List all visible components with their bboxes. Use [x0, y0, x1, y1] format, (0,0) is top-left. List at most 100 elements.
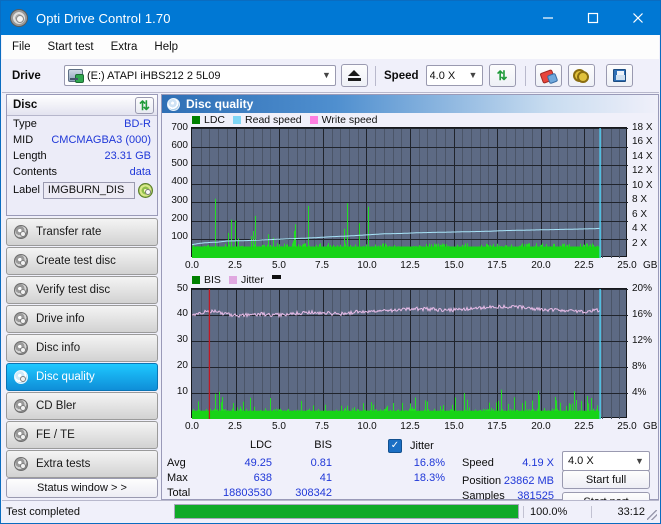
- jitter-checkbox[interactable]: ✓: [388, 439, 402, 453]
- minimize-icon[interactable]: [525, 1, 570, 35]
- disc-quality-panel: Disc quality LDC Read speed Write speed …: [161, 94, 659, 500]
- ldc-y2tick-10x: 10 X: [632, 180, 653, 191]
- stats-header-bis: BIS: [282, 439, 332, 451]
- disc-panel-title: Disc: [13, 99, 135, 111]
- sidebar-item-label: Disc info: [36, 342, 80, 354]
- disc-icon: [14, 457, 28, 471]
- ldc-y2tick-12x: 12 X: [632, 165, 653, 176]
- bis-plot-area[interactable]: [191, 288, 627, 418]
- legend-label-write-speed: Write speed: [322, 114, 378, 126]
- sidebar-item-verify-test-disc[interactable]: Verify test disc: [6, 276, 158, 304]
- drive-select[interactable]: (E:) ATAPI iHBS212 2 5L09 ▼: [64, 65, 336, 86]
- stats-total-ldc: 18803530: [202, 487, 272, 499]
- disc-row-label: Label IMGBURN_DIS: [7, 180, 157, 200]
- menu-bar: File Start test Extra Help: [2, 35, 659, 59]
- legend-label-read-speed: Read speed: [245, 114, 302, 126]
- ldc-xtick-25: 25.0: [613, 260, 641, 271]
- legend-label-bis: BIS: [204, 274, 221, 286]
- menu-help[interactable]: Help: [154, 41, 178, 53]
- disc-value-length: 23.31 GB: [47, 150, 151, 162]
- disc-label-field[interactable]: IMGBURN_DIS: [43, 182, 135, 199]
- left-column: Disc ⇅ Type BD-R MID CMCMAGBA3 (000) Len…: [2, 94, 160, 500]
- sidebar-item-label: Extra tests: [36, 458, 90, 470]
- progress-percent: 100.0%: [523, 506, 591, 518]
- toolbar-divider-1: [375, 66, 376, 86]
- refresh-button[interactable]: ⇅: [489, 64, 516, 87]
- eject-button[interactable]: [341, 64, 368, 87]
- readout-speed-value: 4.19 X: [502, 457, 554, 469]
- save-button[interactable]: [606, 64, 633, 87]
- resize-grip[interactable]: [647, 510, 657, 520]
- ldc-x-unit: GB: [643, 260, 657, 271]
- menu-extra[interactable]: Extra: [111, 41, 138, 53]
- bis-y2tick-20pct: 20%: [632, 283, 652, 294]
- ldc-xtick-0: 0.0: [181, 260, 203, 271]
- ldc-y2tick-2x: 2 X: [632, 238, 647, 249]
- result-speed-select[interactable]: 4.0 X ▼: [562, 451, 650, 471]
- ldc-y2tick-14x: 14 X: [632, 151, 653, 162]
- gears-icon: [573, 69, 589, 83]
- page-title: Disc quality: [186, 97, 253, 111]
- window-title: Opti Drive Control 1.70: [36, 11, 171, 26]
- bis-xtick-17_5: 17.5: [483, 421, 511, 432]
- speed-select[interactable]: 4.0 X ▼: [426, 65, 483, 86]
- speed-label: Speed: [384, 70, 419, 82]
- stats-row-label-max: Max: [167, 472, 188, 484]
- ldc-ytick-500: 500: [162, 158, 188, 169]
- bis-ytick-50: 50: [162, 283, 188, 294]
- legend-marker-icon: [272, 275, 281, 279]
- sidebar-item-cd-bler[interactable]: CD Bler: [6, 392, 158, 420]
- ldc-ytick-400: 400: [162, 176, 188, 187]
- ldc-plot-area[interactable]: [191, 127, 627, 257]
- app-disc-icon: [10, 9, 28, 27]
- sidebar-item-extra-tests[interactable]: Extra tests: [6, 450, 158, 478]
- ldc-xtick-22_5: 22.5: [570, 260, 598, 271]
- sidebar-item-drive-info[interactable]: Drive info: [6, 305, 158, 333]
- disc-refresh-button[interactable]: ⇅: [135, 97, 154, 114]
- disc-row-type: Type BD-R: [7, 116, 157, 132]
- disc-icon: [14, 341, 28, 355]
- sidebar-item-disc-quality[interactable]: Disc quality: [6, 363, 158, 391]
- ldc-xtick-2_5: 2.5: [224, 260, 246, 271]
- speed-select-value: 4.0 X: [430, 70, 467, 82]
- stats-total-bis: 308342: [274, 487, 332, 499]
- title-bar: Opti Drive Control 1.70: [1, 1, 660, 35]
- menu-file[interactable]: File: [12, 41, 31, 53]
- erase-button[interactable]: [535, 64, 562, 87]
- menu-start-test[interactable]: Start test: [48, 41, 94, 53]
- ldc-chart-legend: LDC Read speed Write speed: [192, 114, 378, 126]
- close-icon[interactable]: [615, 1, 660, 35]
- sidebar-item-label: Transfer rate: [36, 226, 101, 238]
- legend-swatch-jitter: [229, 276, 237, 284]
- ldc-xtick-17_5: 17.5: [483, 260, 511, 271]
- start-full-button[interactable]: Start full: [562, 470, 650, 489]
- settings-button[interactable]: [568, 64, 595, 87]
- stats-avg-bis: 0.81: [274, 457, 332, 469]
- ldc-ytick-200: 200: [162, 213, 188, 224]
- bis-xtick-22_5: 22.5: [570, 421, 598, 432]
- sidebar-item-label: Disc quality: [36, 371, 95, 383]
- ldc-y2tick-8x: 8 X: [632, 194, 647, 205]
- maximize-icon[interactable]: [570, 1, 615, 35]
- status-bar: Test completed 100.0% 33:12: [2, 500, 659, 522]
- bis-y2tick-4pct: 4%: [632, 387, 646, 398]
- legend-label-jitter: Jitter: [241, 274, 264, 286]
- status-window-button[interactable]: Status window > >: [6, 478, 158, 498]
- stats-area: LDC BIS ✓ Jitter Avg 49.25 0.81 16.8% Ma…: [162, 439, 658, 499]
- drive-select-value: (E:) ATAPI iHBS212 2 5L09: [87, 70, 320, 82]
- disc-value-type: BD-R: [37, 118, 151, 130]
- cd-icon[interactable]: [138, 183, 153, 198]
- ldc-y2tick-4x: 4 X: [632, 223, 647, 234]
- bis-xtick-15: 15.0: [440, 421, 468, 432]
- sidebar-item-create-test-disc[interactable]: Create test disc: [6, 247, 158, 275]
- sidebar-item-transfer-rate[interactable]: Transfer rate: [6, 218, 158, 246]
- bis-xtick-10: 10.0: [353, 421, 381, 432]
- ldc-y2tick-18x: 18 X: [632, 122, 653, 133]
- bis-y2tick-12pct: 12%: [632, 335, 652, 346]
- stats-row-label-avg: Avg: [167, 457, 186, 469]
- ldc-ytick-100: 100: [162, 231, 188, 242]
- sidebar-item-label: FE / TE: [36, 429, 75, 441]
- bis-xtick-20: 20.0: [527, 421, 555, 432]
- sidebar-item-fe-te[interactable]: FE / TE: [6, 421, 158, 449]
- sidebar-item-disc-info[interactable]: Disc info: [6, 334, 158, 362]
